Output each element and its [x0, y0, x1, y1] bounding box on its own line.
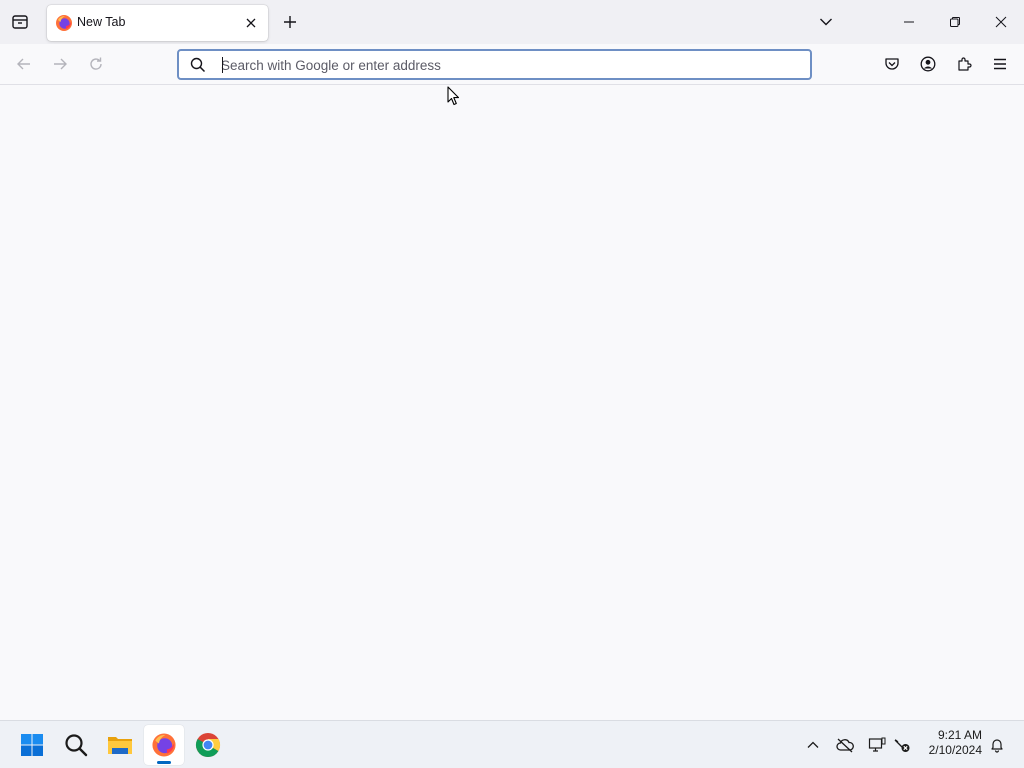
notifications-button[interactable] [984, 731, 1010, 759]
taskbar: 9:21 AM 2/10/2024 [0, 720, 1024, 768]
hamburger-menu-icon [994, 58, 1006, 70]
network-disconnected-icon [894, 739, 910, 752]
url-input[interactable] [221, 54, 801, 76]
extensions-button[interactable] [950, 50, 978, 78]
minimize-button[interactable] [886, 0, 932, 44]
file-explorer-button[interactable] [100, 725, 140, 765]
list-all-tabs-button[interactable] [812, 8, 840, 36]
firefox-view-icon [12, 15, 28, 29]
account-icon [920, 56, 936, 72]
search-icon [189, 56, 207, 74]
address-bar[interactable] [177, 49, 812, 80]
network-tray-button[interactable] [889, 731, 915, 759]
arrow-right-icon [54, 58, 67, 70]
application-menu-button[interactable] [986, 50, 1014, 78]
close-icon [246, 18, 256, 28]
taskbar-search-button[interactable] [56, 725, 96, 765]
onedrive-tray-button[interactable] [832, 731, 858, 759]
folder-icon [108, 737, 132, 754]
firefox-icon [152, 733, 176, 757]
tab-title: New Tab [77, 15, 126, 29]
plus-icon [284, 16, 296, 28]
save-to-pocket-button[interactable] [878, 50, 906, 78]
clock-date: 2/10/2024 [928, 743, 982, 757]
reload-button[interactable] [80, 48, 112, 80]
text-caret [222, 57, 223, 73]
chrome-taskbar-button[interactable] [188, 725, 228, 765]
search-icon [65, 734, 88, 757]
firefox-taskbar-button[interactable] [144, 725, 184, 765]
display-icon [868, 737, 886, 752]
chrome-icon [195, 733, 221, 757]
close-icon [995, 16, 1007, 28]
clock-time: 9:21 AM [937, 728, 982, 742]
pocket-icon [885, 58, 899, 70]
tab-new-tab[interactable]: New Tab [47, 5, 268, 41]
minimize-icon [904, 21, 914, 23]
start-button[interactable] [12, 725, 52, 765]
extensions-icon [958, 57, 972, 71]
firefox-icon [56, 15, 72, 31]
system-clock[interactable]: 9:21 AM 2/10/2024 [914, 728, 982, 758]
windows-logo-icon [21, 734, 43, 756]
window-close-button[interactable] [978, 0, 1024, 44]
arrow-left-icon [17, 58, 30, 70]
page-content [0, 85, 1024, 720]
active-app-indicator [157, 761, 171, 764]
firefox-view-button[interactable] [4, 6, 36, 38]
reload-icon [90, 57, 102, 70]
account-button[interactable] [914, 50, 942, 78]
restore-button[interactable] [932, 0, 978, 44]
show-hidden-icons-button[interactable] [800, 731, 826, 759]
cloud-offline-icon [836, 738, 854, 753]
mouse-pointer-icon [447, 86, 460, 106]
tab-strip: New Tab [0, 0, 1024, 44]
display-tray-button[interactable] [864, 731, 890, 759]
new-tab-button[interactable] [276, 8, 304, 36]
restore-icon [950, 17, 960, 27]
back-button[interactable] [8, 48, 40, 80]
bell-icon [991, 739, 1003, 753]
chevron-up-icon [807, 741, 819, 748]
close-tab-button[interactable] [240, 12, 262, 34]
navigation-toolbar [0, 44, 1024, 85]
chevron-down-icon [820, 18, 832, 26]
forward-button[interactable] [44, 48, 76, 80]
